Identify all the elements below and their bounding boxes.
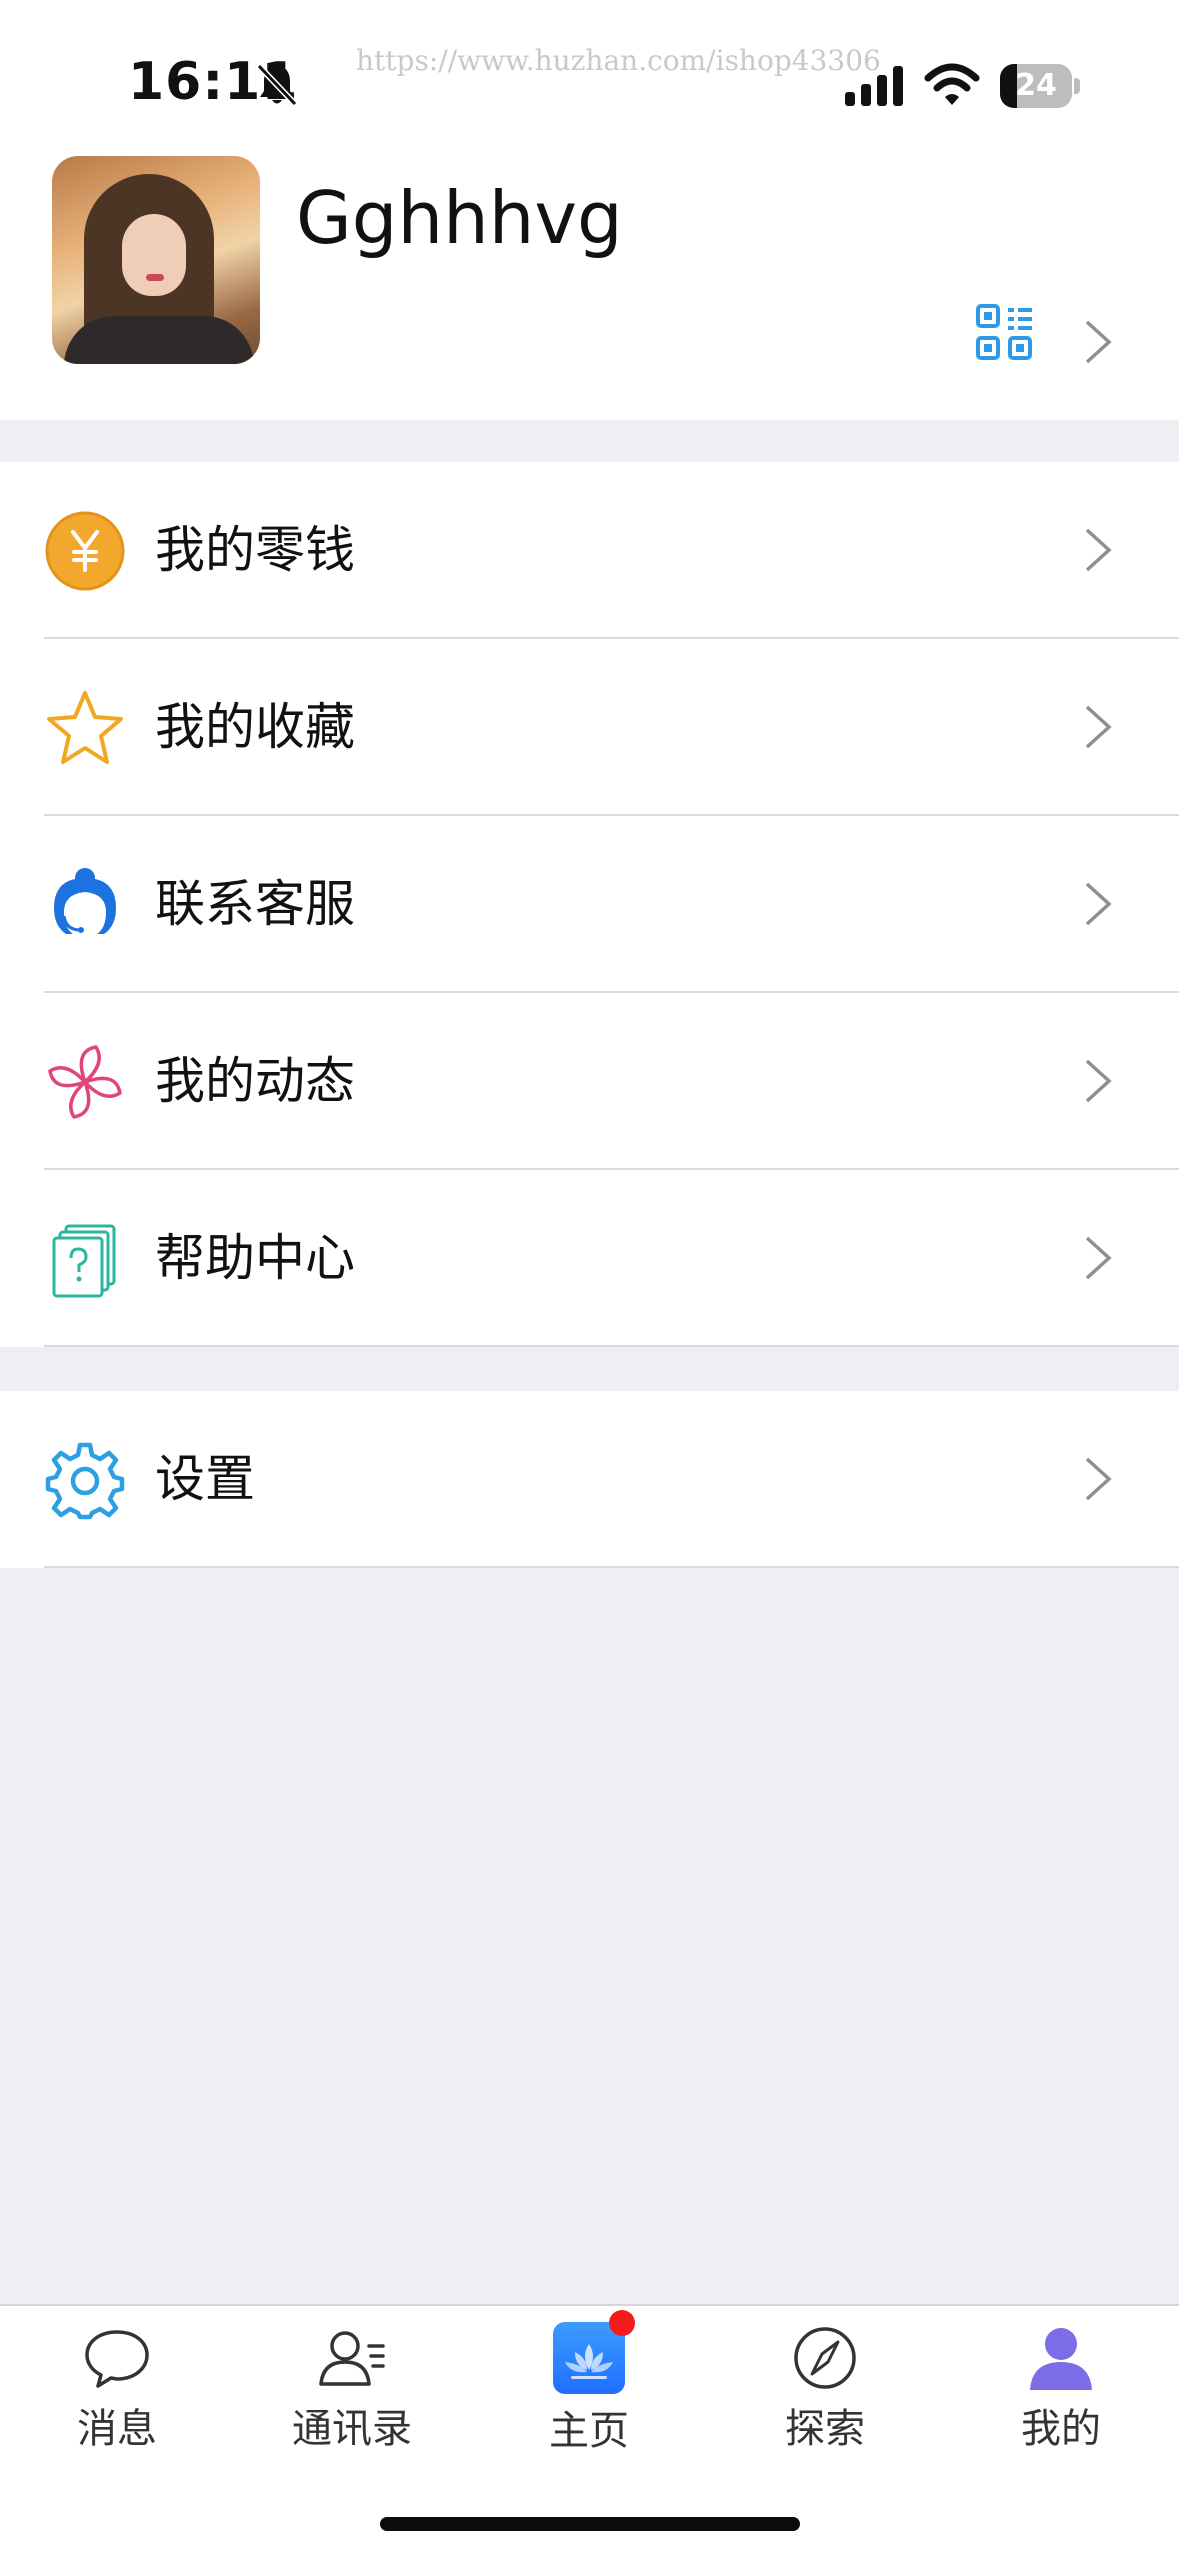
signal-icon xyxy=(845,66,903,106)
compass-icon xyxy=(794,2327,856,2389)
menu-item-help[interactable]: 帮助中心 xyxy=(0,1170,1179,1347)
contacts-icon xyxy=(319,2331,385,2386)
menu-item-moments[interactable]: 我的动态 xyxy=(0,993,1179,1170)
tab-label: 探索 xyxy=(785,2406,865,2452)
status-bar: 16:11 https://www.huzhan.com/ishop43306 … xyxy=(0,0,1179,140)
chevron-right-icon xyxy=(1085,1457,1112,1501)
tab-label: 消息 xyxy=(77,2406,157,2452)
tab-home[interactable]: 主页 xyxy=(514,2310,664,2462)
menu-item-label: 我的零钱 xyxy=(155,521,355,579)
username: Gghhhvg xyxy=(296,176,623,260)
tab-contacts[interactable]: 通讯录 xyxy=(277,2322,427,2462)
menu-item-label: 设置 xyxy=(155,1450,255,1508)
chevron-right-icon xyxy=(1085,528,1112,572)
avatar[interactable] xyxy=(52,156,260,364)
chevron-right-icon xyxy=(1085,705,1112,749)
divider xyxy=(44,1566,1179,1568)
chevron-right-icon xyxy=(1085,320,1112,364)
divider xyxy=(44,1345,1179,1347)
tab-explore[interactable]: 探索 xyxy=(750,2322,900,2462)
menu-item-wallet[interactable]: 我的零钱 xyxy=(0,462,1179,639)
menu-group-main: 我的零钱 我的收藏 联系客服 我的动态 帮助中心 xyxy=(0,462,1179,1347)
home-indicator xyxy=(380,2517,800,2531)
menu-item-label: 我的动态 xyxy=(155,1052,355,1110)
tab-label: 主页 xyxy=(549,2408,629,2454)
profile-page: 16:11 https://www.huzhan.com/ishop43306 … xyxy=(0,0,1179,2556)
menu-item-label: 联系客服 xyxy=(155,875,355,933)
chevron-right-icon xyxy=(1085,1236,1112,1280)
menu-item-label: 帮助中心 xyxy=(155,1229,355,1287)
profile-person-icon xyxy=(1030,2328,1092,2390)
battery-icon: 24 xyxy=(1000,64,1080,108)
tab-label: 我的 xyxy=(1021,2406,1101,2452)
bell-off-icon xyxy=(256,63,298,107)
pinwheel-icon xyxy=(48,1045,122,1119)
tab-messages[interactable]: 消息 xyxy=(42,2322,192,2462)
battery-level: 24 xyxy=(1015,68,1057,103)
tab-me[interactable]: 我的 xyxy=(986,2322,1136,2462)
profile-header[interactable]: Gghhhvg xyxy=(0,140,1179,420)
tab-label: 通讯录 xyxy=(292,2406,412,2452)
chevron-right-icon xyxy=(1085,1059,1112,1103)
wifi-icon xyxy=(924,63,980,105)
chevron-right-icon xyxy=(1085,882,1112,926)
home-lotus-icon xyxy=(553,2310,635,2394)
watermark: https://www.huzhan.com/ishop43306 xyxy=(356,44,881,77)
menu-group-settings: 设置 xyxy=(0,1391,1179,1568)
qr-code-icon[interactable] xyxy=(976,304,1034,362)
help-icon xyxy=(52,1224,116,1298)
notification-badge xyxy=(609,2310,635,2336)
menu-item-favorites[interactable]: 我的收藏 xyxy=(0,639,1179,816)
menu-item-customer-service[interactable]: 联系客服 xyxy=(0,816,1179,993)
wallet-yuan-icon xyxy=(45,511,125,591)
menu-item-label: 我的收藏 xyxy=(155,698,355,756)
settings-gear-icon xyxy=(45,1442,125,1520)
chat-bubble-icon xyxy=(85,2330,149,2388)
customer-service-icon xyxy=(54,868,116,938)
star-icon xyxy=(47,691,123,764)
menu-item-settings[interactable]: 设置 xyxy=(0,1391,1179,1568)
